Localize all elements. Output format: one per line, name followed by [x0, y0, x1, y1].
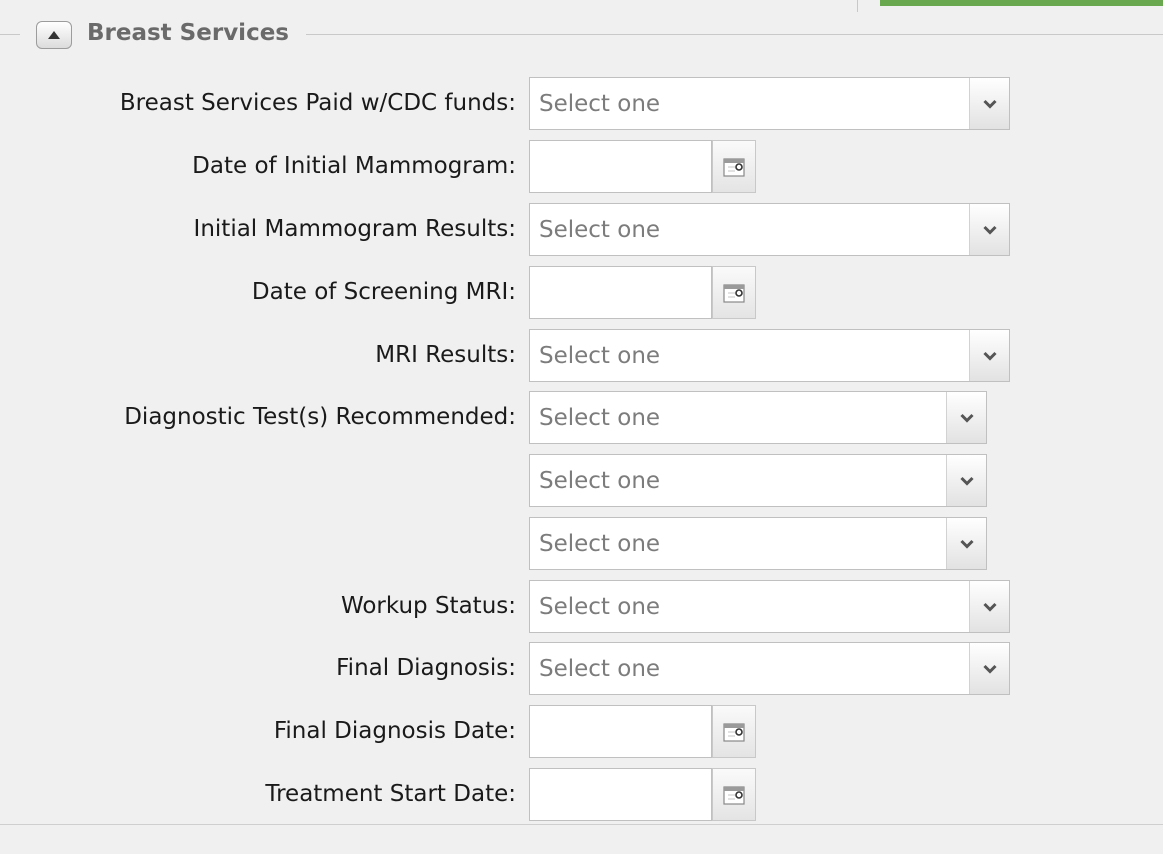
mri-results-value: Select one	[539, 343, 661, 369]
paid-cdc-value: Select one	[539, 91, 661, 117]
diagnostic-tests-label: Diagnostic Test(s) Recommended:	[124, 404, 516, 430]
chevron-down-icon	[983, 602, 997, 612]
calendar-button[interactable]	[712, 705, 756, 758]
screening-mri-date-input[interactable]	[529, 266, 712, 319]
initial-mammogram-results-label: Initial Mammogram Results:	[193, 216, 516, 242]
calendar-button[interactable]	[712, 266, 756, 319]
dropdown-arrow[interactable]	[946, 392, 986, 443]
final-diagnosis-date-label: Final Diagnosis Date:	[273, 718, 516, 744]
dropdown-arrow[interactable]	[969, 581, 1009, 632]
dropdown-arrow[interactable]	[946, 518, 986, 569]
dropdown-arrow[interactable]	[969, 643, 1009, 694]
header-accent-bar	[880, 0, 1163, 6]
calendar-button[interactable]	[712, 768, 756, 821]
screening-mri-date-label: Date of Screening MRI:	[251, 279, 516, 305]
diagnostic-test-value-1: Select one	[539, 405, 661, 431]
dropdown-arrow[interactable]	[969, 204, 1009, 255]
chevron-down-icon	[983, 99, 997, 109]
initial-mammogram-results-select[interactable]: Select one	[529, 203, 1010, 256]
diagnostic-test-select-1[interactable]: Select one	[529, 391, 987, 444]
collapse-up-icon	[48, 31, 60, 39]
section-title: Breast Services	[87, 20, 289, 46]
chevron-down-icon	[983, 664, 997, 674]
final-diagnosis-value: Select one	[539, 656, 661, 682]
final-diagnosis-date-input[interactable]	[529, 705, 712, 758]
treatment-start-date-input[interactable]	[529, 768, 712, 821]
dropdown-arrow[interactable]	[946, 455, 986, 506]
calendar-icon	[723, 157, 745, 177]
fieldset-border-right	[306, 34, 1163, 35]
diagnostic-test-select-3[interactable]: Select one	[529, 517, 987, 570]
chevron-down-icon	[960, 476, 974, 486]
collapse-section-button[interactable]	[36, 21, 72, 49]
dropdown-arrow[interactable]	[969, 330, 1009, 381]
header-divider	[857, 0, 858, 12]
initial-mammogram-results-value: Select one	[539, 217, 661, 243]
chevron-down-icon	[960, 413, 974, 423]
mri-results-label: MRI Results:	[375, 342, 516, 368]
calendar-icon	[723, 722, 745, 742]
final-diagnosis-select[interactable]: Select one	[529, 642, 1010, 695]
dropdown-arrow[interactable]	[969, 78, 1009, 129]
chevron-down-icon	[983, 351, 997, 361]
chevron-down-icon	[960, 539, 974, 549]
calendar-icon	[723, 785, 745, 805]
initial-mammogram-date-label: Date of Initial Mammogram:	[192, 153, 516, 179]
workup-status-label: Workup Status:	[340, 593, 516, 619]
calendar-icon	[723, 283, 745, 303]
initial-mammogram-date-input[interactable]	[529, 140, 712, 193]
chevron-down-icon	[983, 225, 997, 235]
final-diagnosis-label: Final Diagnosis:	[336, 655, 516, 681]
workup-status-select[interactable]: Select one	[529, 580, 1010, 633]
section-bottom-divider	[0, 824, 1163, 825]
calendar-button[interactable]	[712, 140, 756, 193]
fieldset-border-left	[0, 34, 20, 35]
diagnostic-test-select-2[interactable]: Select one	[529, 454, 987, 507]
paid-cdc-label: Breast Services Paid w/CDC funds:	[119, 90, 516, 116]
workup-status-value: Select one	[539, 594, 661, 620]
diagnostic-test-value-3: Select one	[539, 531, 661, 557]
paid-cdc-select[interactable]: Select one	[529, 77, 1010, 130]
treatment-start-date-label: Treatment Start Date:	[265, 781, 516, 807]
diagnostic-test-value-2: Select one	[539, 468, 661, 494]
mri-results-select[interactable]: Select one	[529, 329, 1010, 382]
